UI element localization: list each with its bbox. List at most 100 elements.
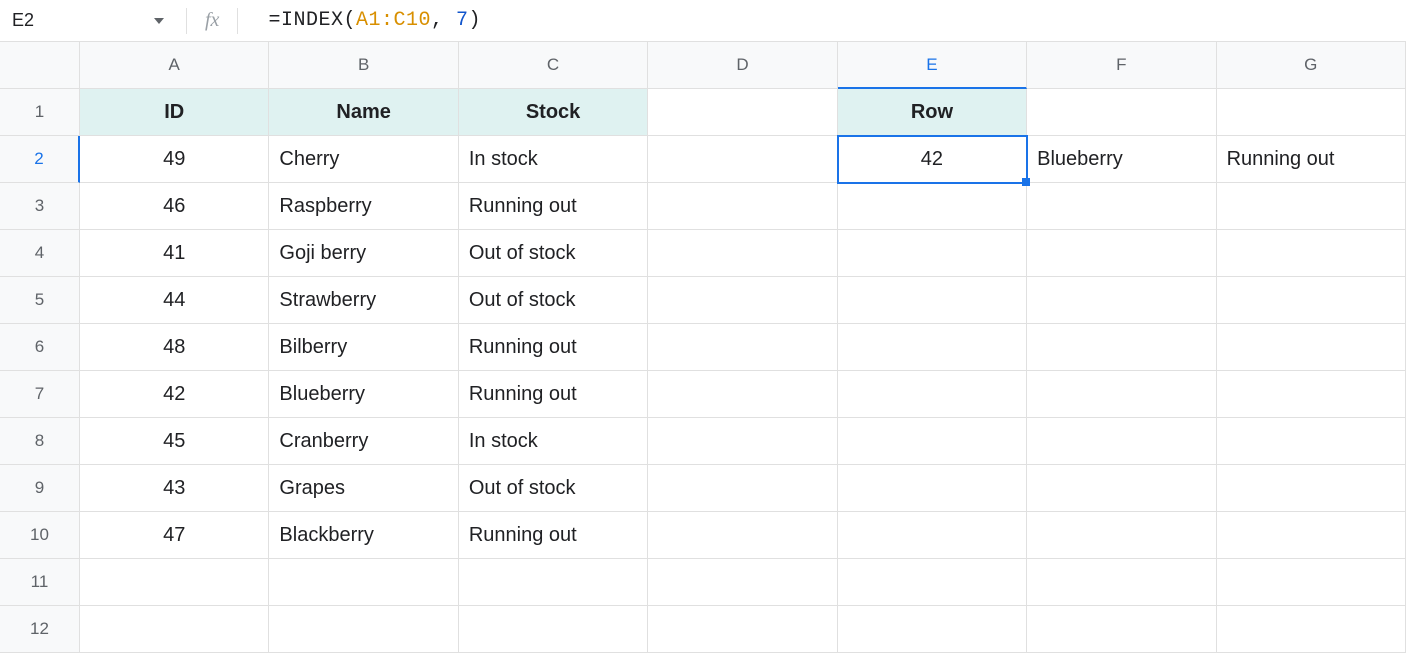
row-header-12[interactable]: 12 (0, 606, 80, 653)
row-header-6[interactable]: 6 (0, 324, 80, 371)
cell-F1[interactable] (1027, 89, 1216, 136)
row-header-4[interactable]: 4 (0, 230, 80, 277)
cell-E6[interactable] (838, 324, 1027, 371)
cell-B6[interactable]: Bilberry (269, 324, 458, 371)
cell-F5[interactable] (1027, 277, 1216, 324)
cell-F3[interactable] (1027, 183, 1216, 230)
cell-A12[interactable] (80, 606, 269, 653)
cell-B10[interactable]: Blackberry (269, 512, 458, 559)
cell-C7[interactable]: Running out (459, 371, 648, 418)
cell-E8[interactable] (838, 418, 1027, 465)
cell-B9[interactable]: Grapes (269, 465, 458, 512)
cell-A5[interactable]: 44 (80, 277, 269, 324)
cell-C2[interactable]: In stock (459, 136, 648, 183)
cell-G7[interactable] (1217, 371, 1406, 418)
cell-F4[interactable] (1027, 230, 1216, 277)
cell-E7[interactable] (838, 371, 1027, 418)
cell-A7[interactable]: 42 (80, 371, 269, 418)
cell-F12[interactable] (1027, 606, 1216, 653)
cell-D8[interactable] (648, 418, 837, 465)
cell-E4[interactable] (838, 230, 1027, 277)
row-header-11[interactable]: 11 (0, 559, 80, 606)
col-header-A[interactable]: A (80, 42, 269, 89)
cell-E1[interactable]: Row (838, 89, 1027, 136)
name-box[interactable]: E2 (0, 10, 176, 31)
cell-E10[interactable] (838, 512, 1027, 559)
cell-D9[interactable] (648, 465, 837, 512)
col-header-E[interactable]: E (838, 42, 1027, 89)
cell-G5[interactable] (1217, 277, 1406, 324)
col-header-C[interactable]: C (459, 42, 648, 89)
col-header-D[interactable]: D (648, 42, 837, 89)
cell-D10[interactable] (648, 512, 837, 559)
cell-D4[interactable] (648, 230, 837, 277)
cell-D6[interactable] (648, 324, 837, 371)
cell-G11[interactable] (1217, 559, 1406, 606)
cell-G10[interactable] (1217, 512, 1406, 559)
formula-input[interactable]: =INDEX(A1:C10, 7) (248, 9, 1406, 32)
cell-F6[interactable] (1027, 324, 1216, 371)
cell-B1[interactable]: Name (269, 89, 458, 136)
chevron-down-icon[interactable] (154, 18, 164, 24)
cell-A4[interactable]: 41 (80, 230, 269, 277)
cell-A9[interactable]: 43 (80, 465, 269, 512)
cell-C10[interactable]: Running out (459, 512, 648, 559)
cell-F10[interactable] (1027, 512, 1216, 559)
cell-D5[interactable] (648, 277, 837, 324)
cell-D7[interactable] (648, 371, 837, 418)
col-header-B[interactable]: B (269, 42, 458, 89)
cell-E11[interactable] (838, 559, 1027, 606)
cell-E3[interactable] (838, 183, 1027, 230)
cell-C3[interactable]: Running out (459, 183, 648, 230)
row-header-9[interactable]: 9 (0, 465, 80, 512)
cell-G12[interactable] (1217, 606, 1406, 653)
cell-D12[interactable] (648, 606, 837, 653)
cell-B5[interactable]: Strawberry (269, 277, 458, 324)
cell-B4[interactable]: Goji berry (269, 230, 458, 277)
cell-A6[interactable]: 48 (80, 324, 269, 371)
cell-C6[interactable]: Running out (459, 324, 648, 371)
cell-A3[interactable]: 46 (80, 183, 269, 230)
cell-G6[interactable] (1217, 324, 1406, 371)
row-header-1[interactable]: 1 (0, 89, 80, 136)
cell-D3[interactable] (648, 183, 837, 230)
cell-B12[interactable] (269, 606, 458, 653)
cell-E5[interactable] (838, 277, 1027, 324)
cell-E9[interactable] (838, 465, 1027, 512)
row-header-2[interactable]: 2 (0, 136, 80, 183)
cell-D1[interactable] (648, 89, 837, 136)
cell-C5[interactable]: Out of stock (459, 277, 648, 324)
select-all-corner[interactable] (0, 42, 80, 89)
cell-C8[interactable]: In stock (459, 418, 648, 465)
cell-G9[interactable] (1217, 465, 1406, 512)
cell-G4[interactable] (1217, 230, 1406, 277)
row-header-3[interactable]: 3 (0, 183, 80, 230)
cell-F11[interactable] (1027, 559, 1216, 606)
cell-G3[interactable] (1217, 183, 1406, 230)
col-header-G[interactable]: G (1217, 42, 1406, 89)
col-header-F[interactable]: F (1027, 42, 1216, 89)
spreadsheet-grid[interactable]: ABCDEFG1IDNameStockRow249CherryIn stock4… (0, 42, 1406, 653)
cell-A1[interactable]: ID (80, 89, 269, 136)
cell-G8[interactable] (1217, 418, 1406, 465)
cell-C9[interactable]: Out of stock (459, 465, 648, 512)
cell-B3[interactable]: Raspberry (269, 183, 458, 230)
cell-C12[interactable] (459, 606, 648, 653)
cell-B11[interactable] (269, 559, 458, 606)
row-header-8[interactable]: 8 (0, 418, 80, 465)
cell-C4[interactable]: Out of stock (459, 230, 648, 277)
cell-A2[interactable]: 49 (80, 136, 269, 183)
row-header-10[interactable]: 10 (0, 512, 80, 559)
cell-A10[interactable]: 47 (80, 512, 269, 559)
cell-D2[interactable] (648, 136, 837, 183)
cell-F8[interactable] (1027, 418, 1216, 465)
cell-G2[interactable]: Running out (1217, 136, 1406, 183)
cell-C1[interactable]: Stock (459, 89, 648, 136)
row-header-7[interactable]: 7 (0, 371, 80, 418)
cell-B2[interactable]: Cherry (269, 136, 458, 183)
cell-B7[interactable]: Blueberry (269, 371, 458, 418)
cell-B8[interactable]: Cranberry (269, 418, 458, 465)
cell-F9[interactable] (1027, 465, 1216, 512)
cell-D11[interactable] (648, 559, 837, 606)
cell-F7[interactable] (1027, 371, 1216, 418)
